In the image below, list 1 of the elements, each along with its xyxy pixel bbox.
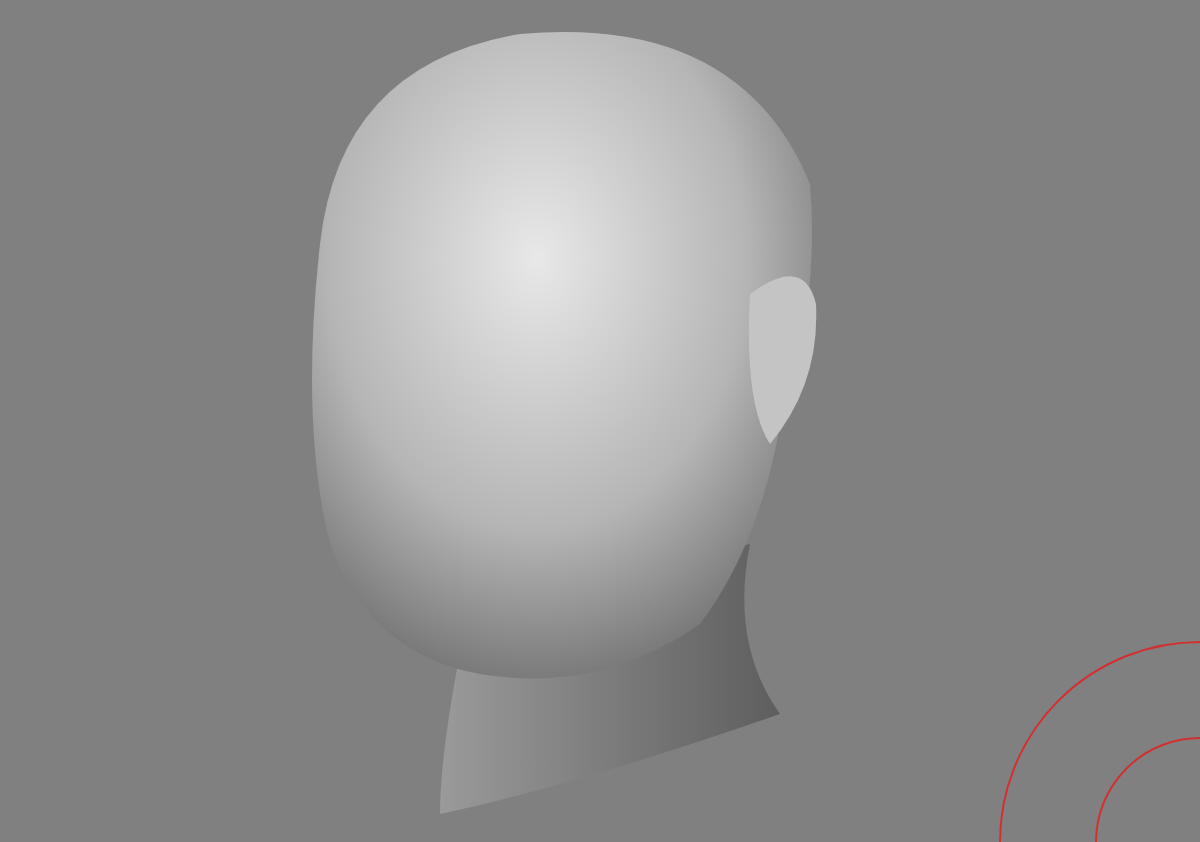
rotation-gizmo-icon[interactable] xyxy=(998,640,1200,842)
